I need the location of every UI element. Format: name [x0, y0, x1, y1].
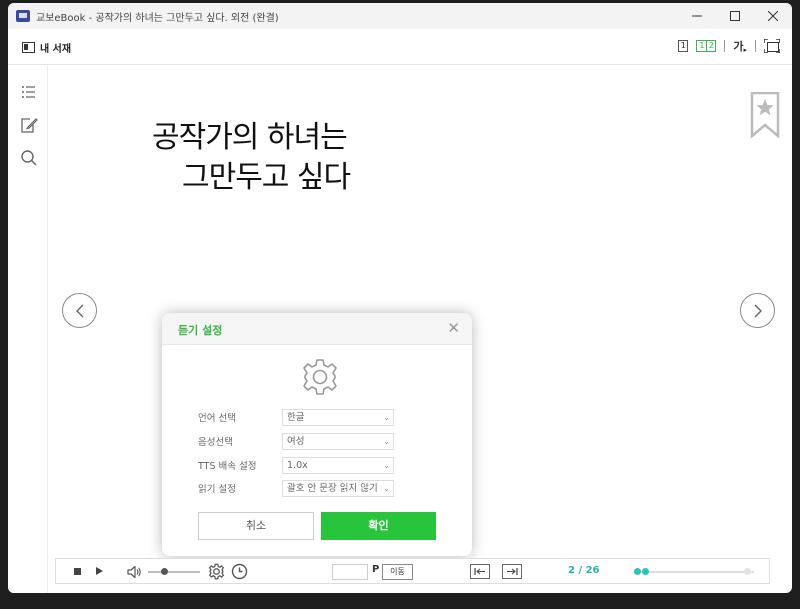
- search-button[interactable]: [20, 149, 38, 167]
- last-page-button[interactable]: [502, 564, 522, 579]
- gear-icon: [303, 359, 337, 395]
- voice-setting-row: 음성선택 여성 ⌄: [198, 432, 438, 450]
- table-of-contents-button[interactable]: [20, 83, 38, 101]
- jump-to-end-icon: [507, 568, 518, 575]
- edit-note-icon: [21, 118, 38, 133]
- dialog-close-button[interactable]: ✕: [447, 319, 460, 337]
- divider: [724, 40, 726, 52]
- memo-button[interactable]: [20, 116, 38, 134]
- go-to-page-button[interactable]: 이동: [382, 564, 413, 580]
- dialog-header: 듣기 설정 ✕: [162, 313, 472, 345]
- chevron-down-icon: ⌄: [383, 433, 390, 449]
- timer-button[interactable]: [231, 563, 248, 584]
- app-logo-icon: [16, 10, 30, 22]
- bookmark-star-icon: [750, 91, 780, 139]
- fullscreen-button[interactable]: [764, 39, 780, 53]
- window-controls: [678, 3, 792, 29]
- voice-select[interactable]: 여성 ⌄: [282, 432, 394, 450]
- book-title-art: 공작가의 하녀는 그만두고 싶다: [152, 118, 351, 198]
- maximize-button[interactable]: [716, 3, 754, 29]
- clock-icon: [231, 563, 248, 580]
- play-button[interactable]: [96, 567, 103, 575]
- reading-select[interactable]: 괄호 안 문장 읽지 않기 ⌄: [282, 479, 394, 497]
- volume-slider-handle[interactable]: [161, 568, 168, 575]
- library-icon: [22, 42, 35, 53]
- listen-settings-dialog: 듣기 설정 ✕ 언어 선택 한글 ⌄ 음성선택 여성 ⌄ TTS 배속 설정 1…: [162, 313, 472, 556]
- jump-to-start-icon: [474, 568, 485, 575]
- volume-button[interactable]: [126, 564, 142, 584]
- library-label: 내 서재: [40, 44, 72, 55]
- first-page-button[interactable]: [470, 564, 490, 579]
- cancel-button[interactable]: 취소: [198, 512, 314, 540]
- confirm-button[interactable]: 확인: [321, 512, 436, 540]
- language-label: 언어 선택: [198, 413, 236, 424]
- chevron-down-icon: ⌄: [383, 409, 390, 425]
- page-number-input[interactable]: [332, 564, 368, 580]
- reading-label: 읽기 설정: [198, 484, 236, 495]
- single-page-view-button[interactable]: 1: [678, 40, 689, 52]
- progress-start-dot: [634, 568, 641, 575]
- double-page-label-1: 1: [699, 41, 705, 50]
- language-setting-row: 언어 선택 한글 ⌄: [198, 408, 438, 426]
- book-title-line-1: 공작가의 하녀는: [152, 120, 348, 155]
- language-select[interactable]: 한글 ⌄: [282, 408, 394, 426]
- progress-end-dot: [744, 568, 751, 575]
- font-size-icon: 가: [733, 40, 744, 53]
- chevron-left-icon: [75, 304, 83, 317]
- view-options: 1 1 2 가▸: [678, 38, 780, 54]
- minimize-icon: [692, 15, 702, 17]
- left-sidebar: [8, 66, 48, 593]
- reading-progress-track[interactable]: [636, 571, 754, 573]
- page-unit-label: P: [372, 564, 380, 575]
- chevron-right-icon: [754, 304, 762, 317]
- previous-page-button[interactable]: [62, 293, 97, 328]
- next-page-button[interactable]: [740, 293, 775, 328]
- reader-toolbar: 내 서재 1 1 2 가▸: [8, 29, 792, 65]
- reading-progress-handle[interactable]: [641, 568, 649, 575]
- stop-button[interactable]: [74, 568, 81, 575]
- reading-setting-row: 읽기 설정 괄호 안 문장 읽지 않기 ⌄: [198, 479, 438, 497]
- tts-player-bar: P 이동 2 / 26: [55, 558, 770, 584]
- book-title-line-2: 그만두고 싶다: [182, 160, 351, 195]
- bookmark-button[interactable]: [750, 91, 780, 139]
- minimize-button[interactable]: [678, 3, 716, 29]
- app-window: 교보eBook - 공작가의 하녀는 그만두고 싶다. 외전 (완결) 내 서재…: [8, 3, 792, 593]
- window-title: 교보eBook - 공작가의 하녀는 그만두고 싶다. 외전 (완결): [36, 12, 279, 24]
- tts-settings-button[interactable]: [208, 563, 225, 584]
- close-icon: [768, 11, 778, 21]
- title-bar: 교보eBook - 공작가의 하녀는 그만두고 싶다. 외전 (완결): [8, 3, 792, 29]
- volume-slider-track[interactable]: [148, 571, 200, 573]
- chevron-down-icon: ⌄: [383, 480, 390, 496]
- close-button[interactable]: [754, 3, 792, 29]
- fullscreen-icon: [764, 39, 780, 53]
- voice-value: 여성: [287, 435, 305, 447]
- chevron-down-icon: ⌄: [383, 457, 390, 473]
- tts-speed-setting-row: TTS 배속 설정 1.0x ⌄: [198, 456, 438, 474]
- maximize-icon: [730, 11, 740, 21]
- tts-speed-value: 1.0x: [287, 459, 308, 471]
- tts-speed-label: TTS 배속 설정: [198, 461, 257, 472]
- language-value: 한글: [287, 411, 305, 423]
- divider: [755, 40, 756, 52]
- my-library-button[interactable]: 내 서재: [22, 40, 71, 55]
- tts-speed-select[interactable]: 1.0x ⌄: [282, 456, 394, 474]
- speaker-icon: [127, 565, 141, 579]
- voice-label: 음성선택: [198, 437, 233, 448]
- gear-icon: [208, 563, 225, 580]
- search-icon: [21, 150, 37, 166]
- double-page-view-button[interactable]: 1 2: [696, 40, 717, 52]
- reading-value: 괄호 안 문장 읽지 않기: [287, 482, 378, 494]
- double-page-label-2: 2: [706, 41, 715, 51]
- font-settings-button[interactable]: 가▸: [733, 38, 747, 54]
- page-count: 2 / 26: [568, 565, 600, 576]
- list-icon: [22, 86, 35, 98]
- dialog-title: 듣기 설정: [178, 324, 223, 337]
